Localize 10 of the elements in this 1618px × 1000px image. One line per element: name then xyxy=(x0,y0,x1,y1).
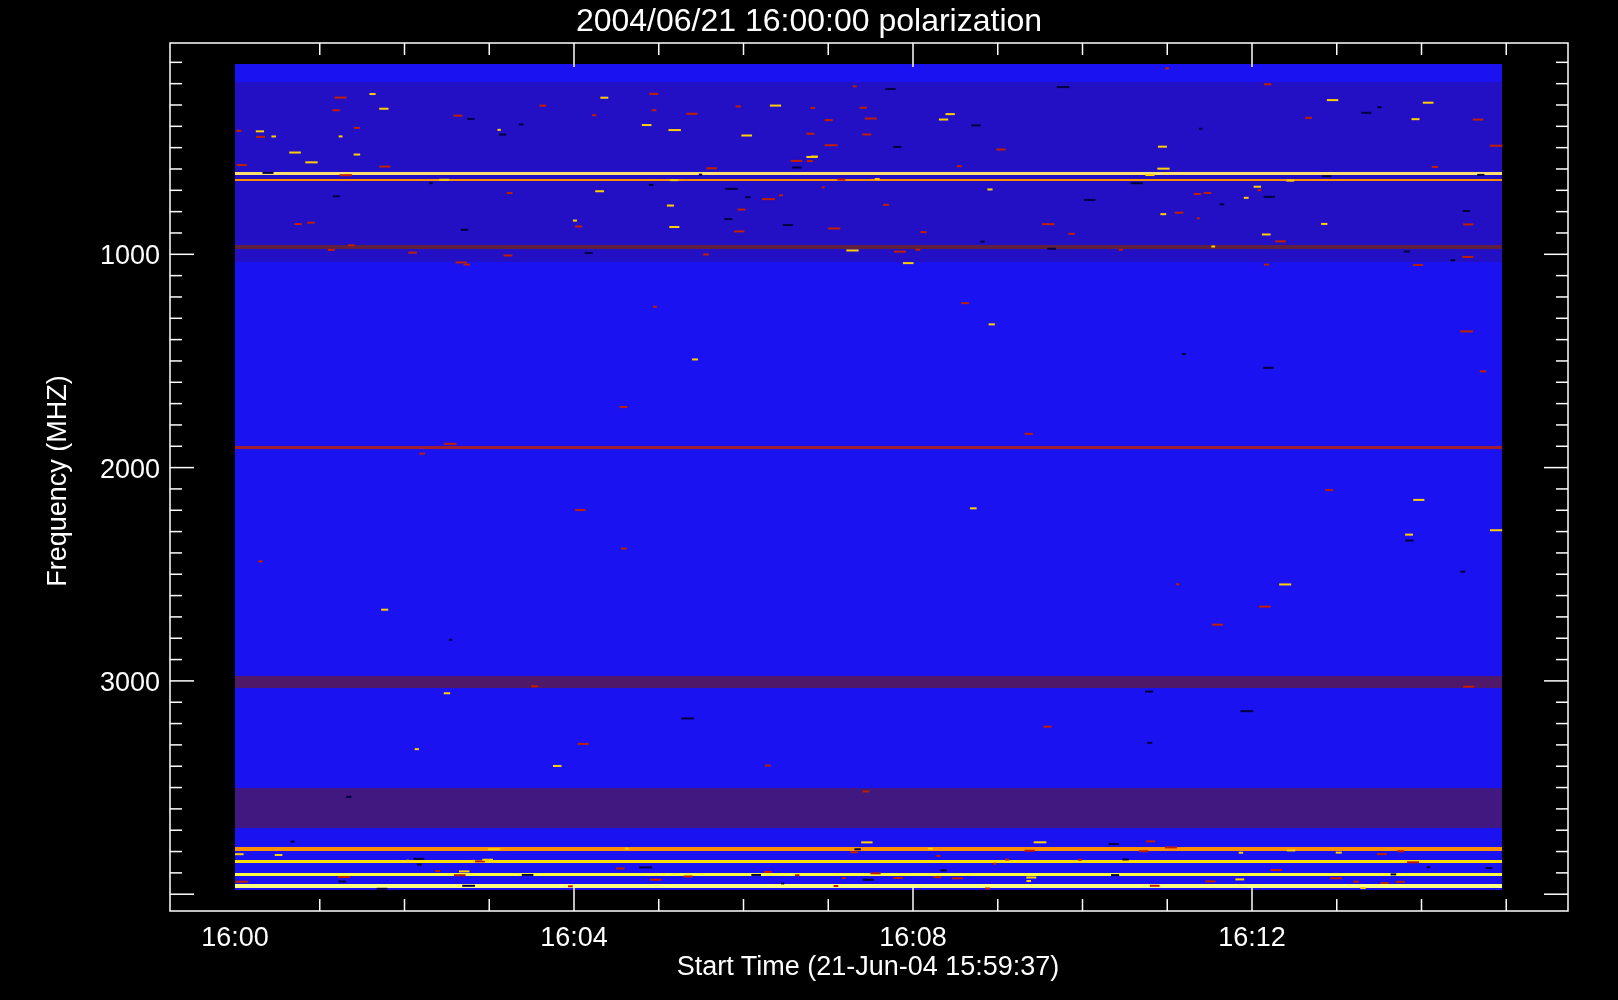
x-tick-label: 16:04 xyxy=(540,922,608,952)
plot-title: 2004/06/21 16:00:00 polarization xyxy=(575,2,1043,38)
x-tick-label: 16:12 xyxy=(1218,922,1286,952)
x-tick-label: 16:00 xyxy=(201,922,269,952)
y-tick-label: 2000 xyxy=(99,453,160,484)
y-tick-label: 3000 xyxy=(99,666,160,697)
x-axis-label: Start Time (21-Jun-04 15:59:37) xyxy=(676,951,1060,981)
y-axis-label: Frequency (MHZ) xyxy=(42,375,72,587)
x-tick-label: 16:08 xyxy=(879,922,947,952)
y-tick-label: 1000 xyxy=(99,240,160,271)
